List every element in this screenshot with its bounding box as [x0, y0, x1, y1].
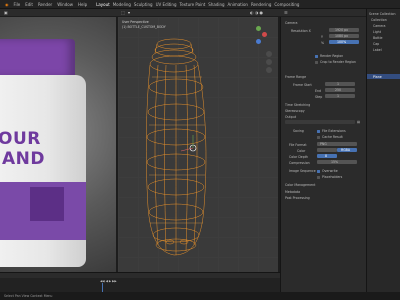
file-format-dropdown[interactable]: PNG: [317, 142, 357, 146]
top-menu-bar: ◉ File Edit Render Window Help Layout Mo…: [0, 0, 400, 9]
color-bw-toggle[interactable]: [317, 148, 337, 152]
frame-step-field[interactable]: 1: [325, 94, 355, 98]
bottle-cap-render: [0, 39, 75, 77]
prop-saving-label: Saving: [293, 129, 304, 133]
axis-z-icon[interactable]: [256, 39, 261, 44]
bottle-label-square: [30, 187, 64, 221]
status-bar: Select Pan View Context Menu: [0, 292, 400, 300]
outliner-item-bottle[interactable]: Bottle: [373, 36, 382, 40]
tab-compositing[interactable]: Compositing: [274, 2, 299, 7]
render-region-checkbox[interactable]: [315, 55, 318, 58]
prop-overwrite-label: Overwrite: [322, 169, 338, 173]
origin-gizmo[interactable]: [180, 135, 197, 152]
prop-camera-header[interactable]: Camera: [285, 21, 298, 25]
prop-time-stretching-header[interactable]: Time Stretching: [285, 103, 310, 107]
properties-editor: Camera Resolution X 1920 px Y 1080 px % …: [280, 17, 366, 292]
file-extensions-checkbox[interactable]: [317, 130, 320, 133]
tab-modeling[interactable]: Modeling: [113, 2, 131, 7]
prop-resolution-y-label: Y: [321, 35, 323, 39]
prop-color-management-header[interactable]: Color Management: [285, 183, 315, 187]
folder-icon[interactable]: ▤: [357, 120, 360, 124]
prop-compression-label: Compression: [289, 161, 310, 165]
prop-frame-step-label: Step: [315, 95, 323, 99]
resolution-y-field[interactable]: 1080 px: [329, 34, 359, 38]
outliner-item-camera[interactable]: Camera: [373, 24, 386, 28]
menu-help[interactable]: Help: [78, 2, 87, 7]
prop-frame-range-header[interactable]: Frame Range: [285, 75, 306, 79]
object-mode-dropdown[interactable]: ▾: [128, 10, 130, 15]
tab-shading[interactable]: Shading: [208, 2, 224, 7]
outliner-item-label[interactable]: Label: [373, 48, 382, 52]
status-text: Select Pan View Context Menu: [4, 294, 53, 298]
prop-post-processing-header[interactable]: Post Processing: [285, 196, 310, 200]
outliner-item-cap[interactable]: Cap: [373, 42, 379, 46]
prop-frame-start-label: Frame Start: [293, 83, 312, 87]
editor-header-bar: ▣ ⬚ ▾ ◐ ◑ ● ☰: [0, 9, 400, 16]
color-depth-toggle[interactable]: 8: [317, 154, 337, 158]
cache-result-checkbox[interactable]: [317, 136, 320, 139]
menu-file[interactable]: File: [14, 2, 21, 7]
menu-render[interactable]: Render: [38, 2, 52, 7]
prop-render-region-label: Render Region: [320, 54, 344, 58]
tab-layout[interactable]: Layout: [96, 2, 110, 7]
frame-start-field[interactable]: 1: [325, 82, 355, 86]
tab-uv-editing[interactable]: UV Editing: [156, 2, 177, 7]
overwrite-checkbox[interactable]: [317, 170, 320, 173]
bottle-label-line-1: OUR: [0, 129, 41, 149]
prop-metadata-header[interactable]: Metadata: [285, 190, 300, 194]
outliner-item-plane[interactable]: Plane: [373, 75, 382, 79]
outliner-selected-row[interactable]: [367, 74, 400, 79]
outliner-item-scene-collection[interactable]: Scene Collection: [369, 12, 396, 16]
camera-view-icon[interactable]: [266, 67, 272, 73]
prop-color-depth-label: Color Depth: [289, 155, 309, 159]
resolution-x-field[interactable]: 1920 px: [329, 28, 359, 32]
prop-crop-label: Crop to Render Region: [320, 60, 356, 64]
prop-cache-result-label: Cache Result: [322, 135, 343, 139]
color-rgba-toggle[interactable]: RGBA: [337, 148, 357, 152]
zoom-icon[interactable]: [266, 51, 272, 57]
menu-window[interactable]: Window: [57, 2, 73, 7]
tab-rendering[interactable]: Rendering: [251, 2, 271, 7]
image-editor-pane: OUR AND: [0, 17, 116, 272]
axis-x-icon[interactable]: [262, 32, 267, 37]
compression-slider[interactable]: 15%: [317, 160, 357, 164]
outliner-item-light[interactable]: Light: [373, 30, 381, 34]
prop-stereoscopy-header[interactable]: Stereoscopy: [285, 109, 305, 113]
viewport-shading-icons[interactable]: ◐ ◑ ●: [250, 10, 263, 15]
resolution-percent-field[interactable]: 100%: [329, 40, 359, 44]
timeline[interactable]: ◀◀ ◀ ▶ ▶▶: [0, 272, 280, 293]
prop-image-sequence-label: Image Sequence: [289, 169, 316, 173]
workspace-tabs: Layout Modeling Sculpting UV Editing Tex…: [93, 2, 299, 7]
tab-animation[interactable]: Animation: [228, 2, 248, 7]
viewport-type-icon[interactable]: ⬚: [121, 10, 125, 15]
placeholders-checkbox[interactable]: [317, 176, 320, 179]
prop-file-format-label: File Format: [289, 143, 307, 147]
image-editor-type-icon[interactable]: ▣: [4, 10, 8, 15]
menu-edit[interactable]: Edit: [25, 2, 33, 7]
prop-resolution-x-label: Resolution X: [291, 29, 311, 33]
output-path-field[interactable]: [285, 120, 355, 124]
tab-texture-paint[interactable]: Texture Paint: [179, 2, 205, 7]
blender-logo-icon[interactable]: ◉: [5, 2, 9, 7]
prop-frame-end-label: End: [315, 89, 322, 93]
timeline-header: [0, 273, 280, 278]
prop-placeholders-label: Placeholders: [322, 175, 343, 179]
tab-sculpting[interactable]: Sculpting: [134, 2, 153, 7]
prop-file-extensions-label: File Extensions: [322, 129, 346, 133]
outliner: Scene Collection Collection Camera Light…: [366, 9, 400, 292]
properties-header-icon[interactable]: ☰: [284, 10, 288, 15]
prop-color-label: Color: [297, 149, 306, 153]
navigation-gizmo[interactable]: [248, 25, 270, 47]
axis-y-icon[interactable]: [256, 26, 261, 31]
prop-percent-label: %: [321, 41, 325, 45]
frame-end-field[interactable]: 250: [325, 88, 355, 92]
3d-viewport[interactable]: User Perspective (1) BOTTLE_CUSTOM_BODY: [118, 17, 278, 272]
pan-icon[interactable]: [266, 59, 272, 65]
crop-region-checkbox[interactable]: [315, 61, 318, 64]
bottle-wireframe[interactable]: [118, 17, 278, 272]
prop-output-header[interactable]: Output: [285, 115, 296, 119]
outliner-item-collection[interactable]: Collection: [371, 18, 387, 22]
bottle-label-line-2: AND: [2, 149, 45, 169]
